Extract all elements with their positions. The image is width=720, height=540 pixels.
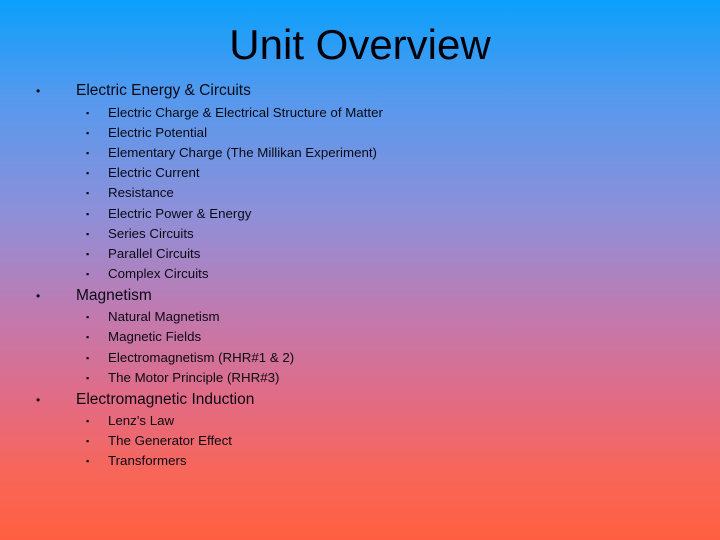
bullet-icon: ▪ bbox=[86, 188, 90, 198]
bullet-icon: ▪ bbox=[86, 128, 90, 138]
list-item-label: Electric Potential bbox=[108, 125, 208, 140]
list-item-label: The Generator Effect bbox=[108, 433, 232, 448]
list-item-label: Natural Magnetism bbox=[108, 309, 220, 324]
bullet-icon: ▪ bbox=[86, 249, 90, 259]
bullet-icon: ▪ bbox=[86, 209, 90, 219]
bullet-icon: • bbox=[36, 393, 41, 407]
list-item-label: The Motor Principle (RHR#3) bbox=[108, 370, 280, 385]
slide-title: Unit Overview bbox=[229, 21, 491, 68]
bullet-icon: ▪ bbox=[86, 373, 90, 383]
bullet-icon: ▪ bbox=[86, 168, 90, 178]
list-item-label: Magnetic Fields bbox=[108, 329, 202, 344]
section-label: Electric Energy & Circuits bbox=[76, 82, 251, 99]
bullet-icon: • bbox=[36, 289, 41, 303]
bullet-icon: ▪ bbox=[86, 312, 90, 322]
list-item-label: Electric Power & Energy bbox=[108, 206, 252, 221]
list-item-label: Lenz's Law bbox=[108, 413, 175, 428]
section-label: Magnetism bbox=[76, 287, 152, 304]
bullet-icon: ▪ bbox=[86, 229, 90, 239]
bullet-icon: ▪ bbox=[86, 416, 90, 426]
section-label: Electromagnetic Induction bbox=[76, 391, 255, 408]
bullet-icon: ▪ bbox=[86, 436, 90, 446]
bullet-icon: ▪ bbox=[86, 456, 90, 466]
bullet-icon: ▪ bbox=[86, 269, 90, 279]
list-item-label: Parallel Circuits bbox=[108, 246, 201, 261]
list-item-label: Electric Charge & Electrical Structure o… bbox=[108, 105, 383, 120]
list-item-label: Resistance bbox=[108, 185, 174, 200]
list-item-label: Complex Circuits bbox=[108, 266, 209, 281]
bullet-icon: ▪ bbox=[86, 108, 90, 118]
list-item-label: Elementary Charge (The Millikan Experime… bbox=[108, 145, 377, 160]
bullet-icon: • bbox=[36, 84, 41, 98]
list-item-label: Electric Current bbox=[108, 165, 200, 180]
bullet-icon: ▪ bbox=[86, 332, 90, 342]
list-item-label: Electromagnetism (RHR#1 & 2) bbox=[108, 350, 295, 365]
list-item-label: Transformers bbox=[108, 453, 187, 468]
list-item-label: Series Circuits bbox=[108, 226, 194, 241]
bullet-icon: ▪ bbox=[86, 148, 90, 158]
bullet-icon: ▪ bbox=[86, 353, 90, 363]
